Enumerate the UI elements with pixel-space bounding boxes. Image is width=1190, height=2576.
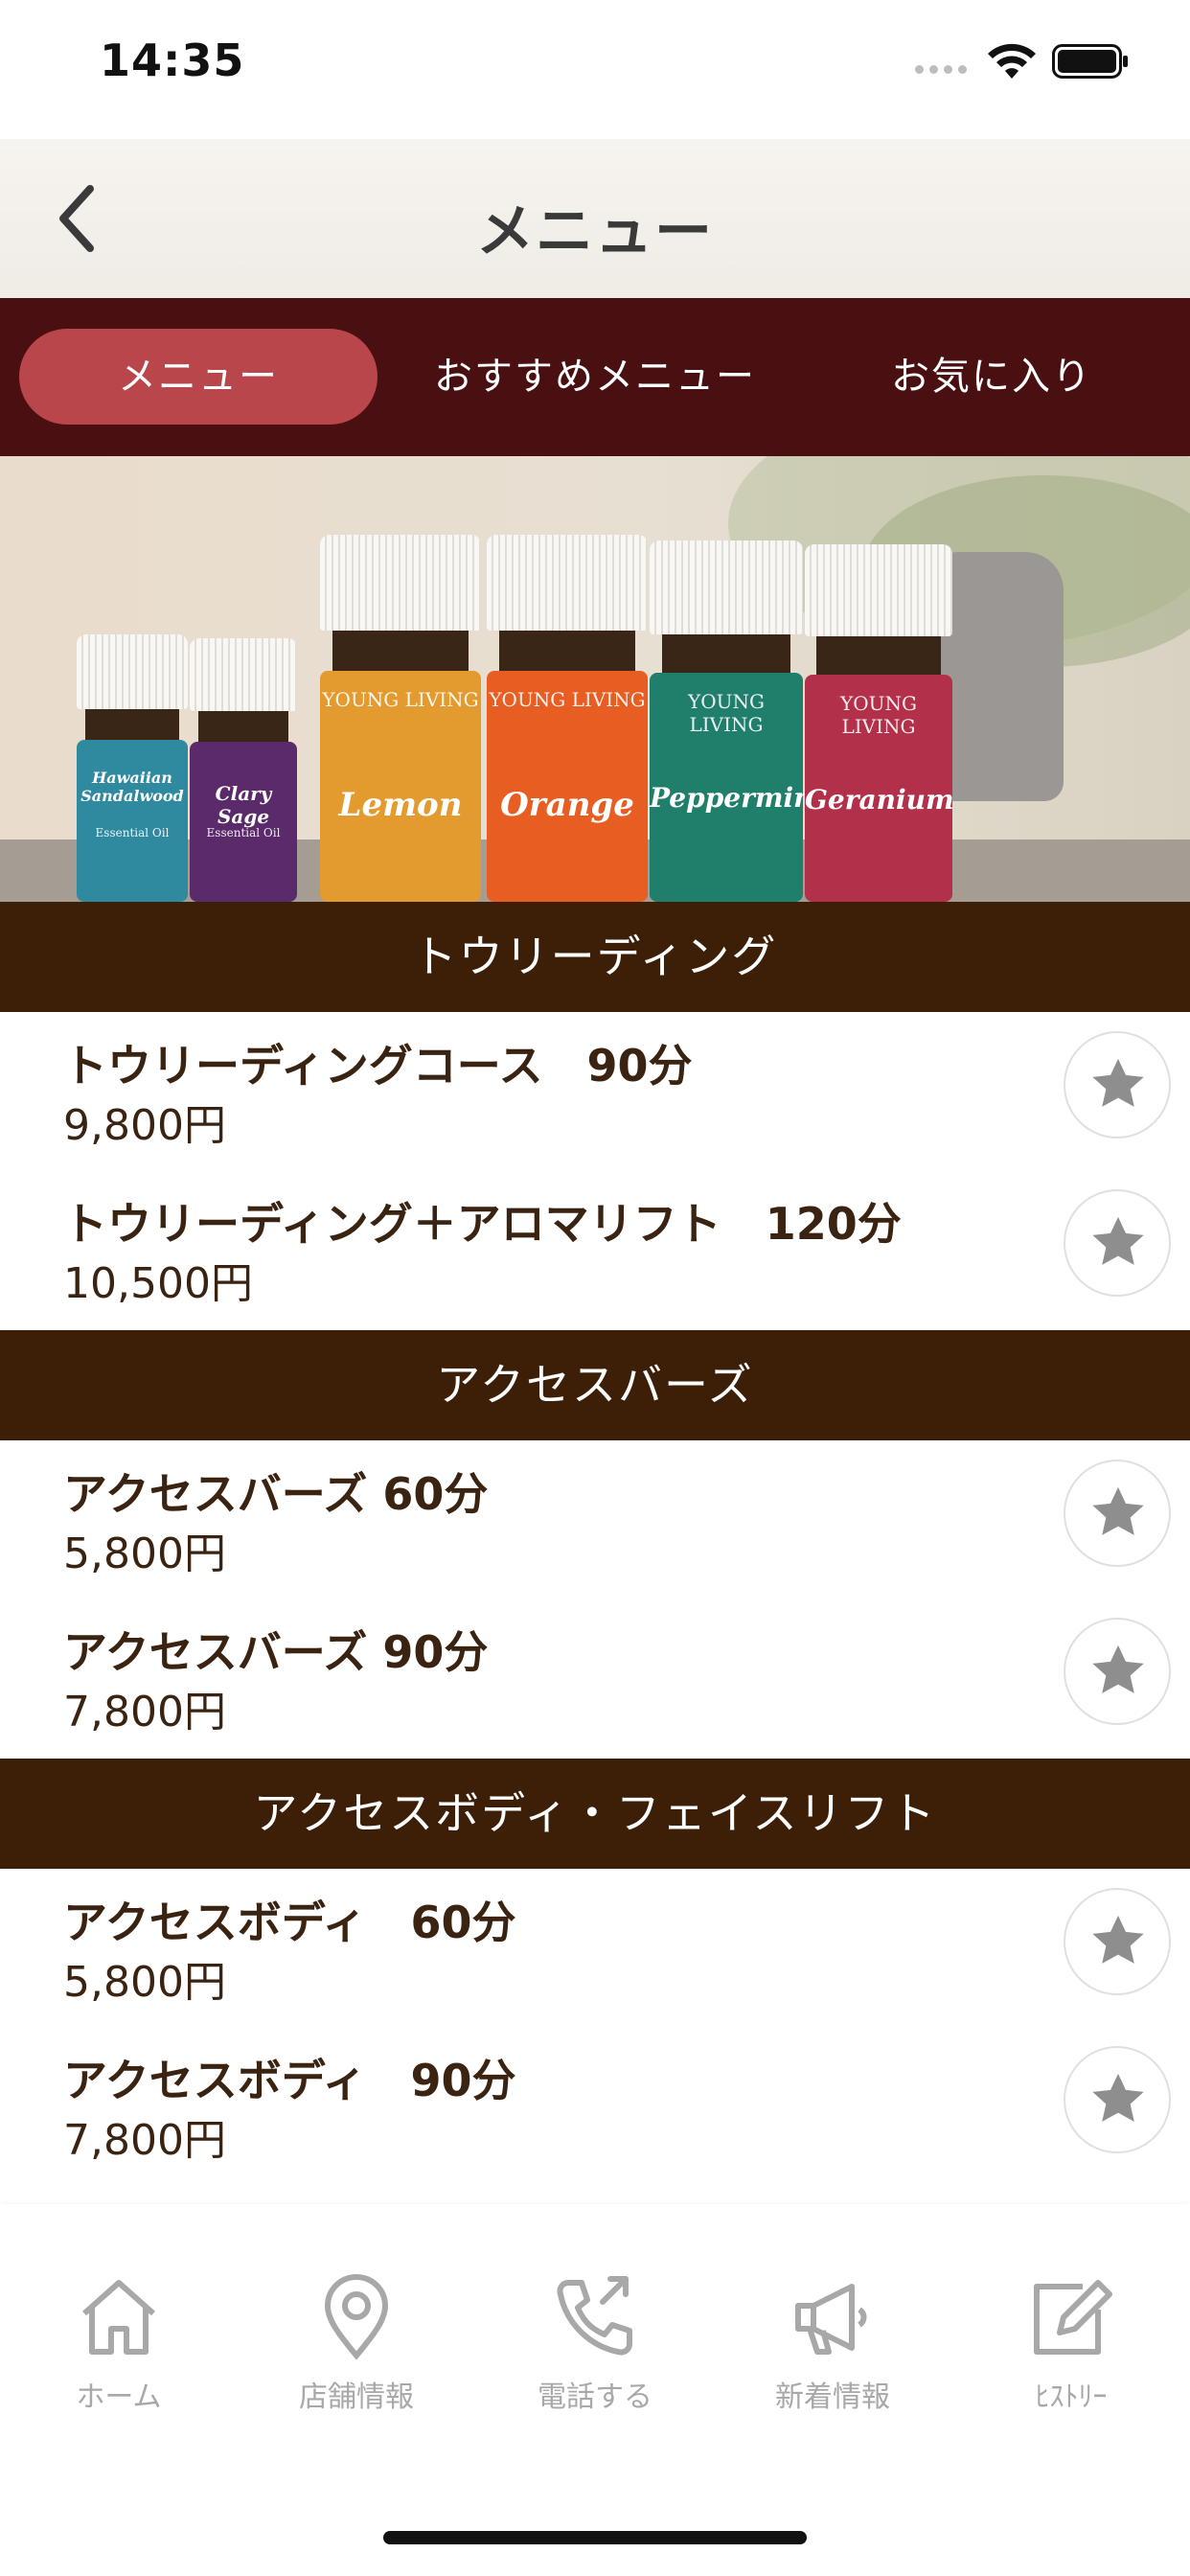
menu-item[interactable]: トウリーディングコース 90分 9,800円	[0, 1012, 1190, 1170]
item-name: アクセスバーズ 60分	[63, 1468, 489, 1520]
nav-history[interactable]: ﾋｽﾄﾘｰ	[952, 2271, 1190, 2415]
edit-icon	[1034, 2280, 1112, 2355]
page-title: メニュー	[476, 198, 714, 265]
item-price: 7,800円	[63, 1688, 226, 1736]
oil-bottle: YOUNG LIVING Orange	[487, 535, 648, 902]
menu-item[interactable]: アクセスボディ 90分 7,800円	[0, 2027, 1190, 2185]
tab-menu[interactable]: メニュー	[19, 329, 378, 425]
menu-item[interactable]: トウリーディング＋アロマリフト 120分 10,500円	[0, 1170, 1190, 1328]
menu-item[interactable]: アクセスバーズ 60分 5,800円	[0, 1440, 1190, 1598]
favorite-button[interactable]	[1064, 1031, 1171, 1138]
star-icon	[1092, 1915, 1144, 1964]
nav-news[interactable]: 新着情報	[714, 2271, 951, 2415]
nav-label: ﾋｽﾄﾘｰ	[1035, 2380, 1108, 2414]
oil-bottle: YOUNG LIVING Lemon	[320, 535, 481, 902]
status-bar: 14:35	[0, 0, 1190, 139]
star-icon	[1092, 1486, 1144, 1535]
wifi-icon	[988, 43, 1036, 79]
nav-label: 店舗情報	[299, 2380, 414, 2414]
section-header: トウリーディング	[0, 902, 1190, 1012]
menu-item[interactable]: アクセスバーズ 90分 7,800円	[0, 1598, 1190, 1757]
favorite-button[interactable]	[1064, 1618, 1171, 1725]
nav-call[interactable]: 電話する	[476, 2271, 714, 2415]
battery-icon	[1052, 44, 1128, 79]
nav-store-info[interactable]: 店舗情報	[238, 2271, 475, 2415]
item-price: 5,800円	[63, 1958, 226, 2007]
nav-home[interactable]: ホーム	[0, 2271, 238, 2415]
favorite-button[interactable]	[1064, 1189, 1171, 1297]
section-header: アクセスボディ・フェイスリフト	[0, 1759, 1190, 1869]
nav-label: 電話する	[538, 2380, 652, 2414]
bottom-tab-bar: ホーム 店舗情報 電話する 新着情報 ﾋｽﾄﾘｰ	[0, 2204, 1190, 2576]
item-name: トウリーディングコース 90分	[63, 1040, 693, 1092]
megaphone-icon	[795, 2284, 867, 2355]
nav-label: ホーム	[76, 2380, 162, 2414]
star-icon	[1092, 1058, 1144, 1107]
star-icon	[1092, 2073, 1144, 2122]
favorite-button[interactable]	[1064, 1460, 1171, 1567]
nav-bar: メニュー	[0, 139, 1190, 300]
status-time: 14:35	[100, 34, 245, 86]
item-name: アクセスボディ 60分	[63, 1897, 516, 1948]
oil-bottle: Hawaiian Sandalwood Essential Oil	[77, 634, 188, 902]
phone-icon	[557, 2276, 632, 2356]
item-price: 5,800円	[63, 1530, 226, 1578]
tab-recommended[interactable]: おすすめメニュー	[416, 329, 774, 425]
hero-image: Hawaiian Sandalwood Essential Oil Clary …	[0, 456, 1190, 902]
favorite-button[interactable]	[1064, 2046, 1171, 2153]
oil-bottle: YOUNG LIVING Geranium	[805, 544, 954, 902]
home-icon	[82, 2280, 155, 2355]
star-icon	[1092, 1644, 1144, 1693]
menu-item[interactable]: アクセスボディ 60分 5,800円	[0, 1869, 1190, 2027]
home-indicator	[383, 2531, 807, 2544]
favorite-button[interactable]	[1064, 1888, 1171, 1995]
signal-icon	[915, 59, 974, 74]
section-header: アクセスバーズ	[0, 1330, 1190, 1440]
item-name: トウリーディング＋アロマリフト 120分	[63, 1198, 902, 1250]
item-price: 10,500円	[63, 1259, 253, 1308]
oil-bottle: Clary Sage Essential Oil	[190, 638, 297, 902]
tab-favorites[interactable]: お気に入り	[812, 329, 1171, 425]
oil-bottle: YOUNG LIVING Peppermint	[650, 540, 825, 902]
star-icon	[1092, 1216, 1144, 1265]
nav-label: 新着情報	[775, 2380, 890, 2414]
item-price: 7,800円	[63, 2116, 226, 2165]
segment-tabs: メニュー おすすめメニュー お気に入り	[0, 298, 1190, 456]
item-name: アクセスボディ 90分	[63, 2055, 516, 2106]
item-price: 9,800円	[63, 1101, 226, 1150]
location-pin-icon	[324, 2274, 389, 2360]
item-name: アクセスバーズ 90分	[63, 1626, 489, 1678]
